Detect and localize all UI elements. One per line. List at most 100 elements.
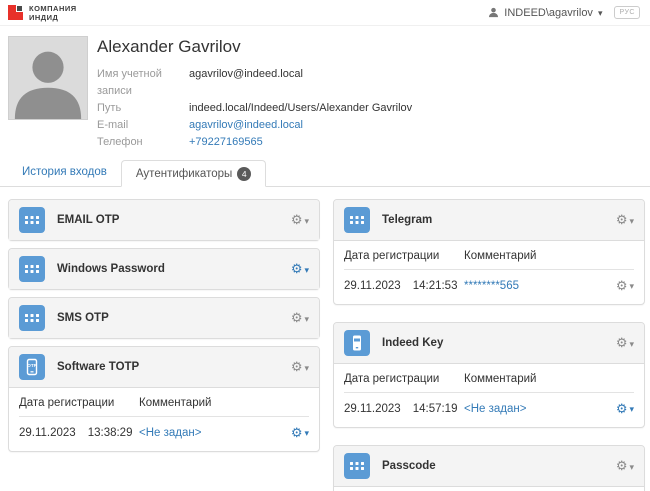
gear-icon: [291, 260, 303, 278]
tab-login-history[interactable]: История входов: [8, 160, 121, 186]
card-body: Дата регистрации Комментарий 29.11.2023 …: [334, 487, 644, 491]
user-menu-label: INDEED\agavrilov: [504, 6, 593, 19]
authenticators-panel: EMAIL OTP Windows Password SMS OTP: [0, 187, 650, 491]
row-date: 29.11.2023: [19, 427, 76, 439]
gear-icon: [291, 309, 303, 327]
table-header-comment: Комментарий: [464, 373, 537, 385]
table-header-date: Дата регистрации: [19, 397, 115, 409]
row-comment-link[interactable]: ********565: [464, 280, 519, 292]
card-menu-button[interactable]: [616, 334, 634, 352]
gear-icon: [291, 358, 303, 376]
row-comment-link[interactable]: <Не задан>: [139, 427, 201, 439]
table-header-date: Дата регистрации: [344, 250, 440, 262]
card-title: Windows Password: [57, 263, 165, 275]
keypad-icon: [344, 207, 370, 233]
card-menu-button[interactable]: [616, 211, 634, 229]
card-title: Software TOTP: [57, 361, 140, 373]
card-menu-button[interactable]: [291, 358, 309, 376]
card-sms-otp: SMS OTP: [8, 297, 320, 339]
tab-authenticators-label: Аутентификаторы: [135, 168, 233, 180]
card-telegram: Telegram Дата регистрации Комментарий 29…: [333, 199, 645, 305]
field-value: indeed.local/Indeed/Users/Alexander Gavr…: [189, 102, 413, 114]
row-menu-button[interactable]: [616, 279, 634, 293]
top-bar: КОМПАНИЯ ИНДИД INDEED\agavrilov РУС: [0, 0, 650, 26]
card-menu-button[interactable]: [291, 309, 309, 327]
profile-info: Alexander Gavrilov Имя учетной записи ag…: [97, 36, 412, 151]
row-time: 14:57:19: [412, 403, 458, 415]
phone-link[interactable]: +79227169565: [189, 134, 263, 151]
phone-token-icon: [344, 330, 370, 356]
card-menu-button[interactable]: [291, 211, 309, 229]
company-logo-icon: [8, 5, 23, 20]
card-email-otp: EMAIL OTP: [8, 199, 320, 241]
language-badge[interactable]: РУС: [614, 6, 640, 19]
phone-otp-icon: OTP: [19, 354, 45, 380]
field-label: Телефон: [97, 136, 143, 148]
profile-section: Alexander Gavrilov Имя учетной записи ag…: [0, 26, 650, 155]
profile-field-path: Путь indeed.local/Indeed/Users/Alexander…: [97, 100, 412, 117]
card-windows-password: Windows Password: [8, 248, 320, 290]
logo-line2: ИНДИД: [29, 12, 59, 22]
caret-down-icon: [304, 427, 309, 439]
caret-down-icon: [629, 334, 634, 352]
caret-down-icon: [304, 260, 309, 278]
card-header: EMAIL OTP: [9, 200, 319, 240]
keypad-icon: [19, 256, 45, 282]
user-area: INDEED\agavrilov РУС: [488, 6, 640, 19]
row-comment-link[interactable]: <Не задан>: [464, 403, 526, 415]
field-value: agavrilov@indeed.local: [189, 68, 303, 80]
user-icon: [489, 7, 499, 18]
caret-down-icon: [304, 358, 309, 376]
keypad-icon: [344, 453, 370, 479]
table-header-comment: Комментарий: [464, 250, 537, 262]
row-date: 29.11.2023: [344, 403, 401, 415]
card-passcode: Passcode Дата регистрации Комментарий 29…: [333, 445, 645, 491]
table-header-row: Дата регистрации Комментарий: [19, 388, 309, 417]
caret-down-icon: [629, 457, 634, 475]
row-time: 14:21:53: [412, 280, 458, 292]
gear-icon: [616, 279, 628, 293]
gear-icon: [616, 402, 628, 416]
row-time: 13:38:29: [87, 427, 133, 439]
caret-down-icon: [629, 403, 634, 415]
row-date: 29.11.2023: [344, 280, 401, 292]
caret-down-icon: [629, 280, 634, 292]
gear-icon: [291, 426, 303, 440]
card-software-totp: OTP Software TOTP Дата регистрации Комме…: [8, 346, 320, 452]
field-label: Путь: [97, 102, 122, 114]
table-header-row: Дата регистрации Комментарий: [344, 364, 634, 393]
tab-authenticators[interactable]: Аутентификаторы 4: [120, 160, 267, 187]
caret-down-icon: [629, 211, 634, 229]
table-header-date: Дата регистрации: [344, 373, 440, 385]
table-header-row: Дата регистрации Комментарий: [344, 241, 634, 270]
table-header-row: Дата регистрации Комментарий: [344, 487, 634, 491]
company-logo: КОМПАНИЯ ИНДИД: [8, 4, 77, 22]
card-title: Telegram: [382, 214, 433, 226]
card-body: Дата регистрации Комментарий 29.11.2023 …: [334, 364, 644, 427]
profile-field-account: Имя учетной записи agavrilov@indeed.loca…: [97, 66, 412, 100]
card-body: Дата регистрации Комментарий 29.11.2023 …: [334, 241, 644, 304]
row-menu-button[interactable]: [291, 426, 309, 440]
caret-down-icon: [598, 7, 603, 19]
user-menu[interactable]: INDEED\agavrilov: [488, 7, 602, 19]
svg-text:OTP: OTP: [27, 363, 36, 368]
page-title: Alexander Gavrilov: [97, 37, 241, 56]
email-link[interactable]: agavrilov@indeed.local: [189, 117, 303, 134]
card-header: SMS OTP: [9, 298, 319, 338]
table-row: 29.11.2023 14:21:53 ********565: [344, 270, 634, 296]
field-label: E-mail: [97, 119, 129, 131]
card-menu-button[interactable]: [291, 260, 309, 278]
card-menu-button[interactable]: [616, 457, 634, 475]
right-column: Telegram Дата регистрации Комментарий 29…: [333, 199, 645, 491]
avatar: [8, 36, 88, 120]
card-indeed-key: Indeed Key Дата регистрации Комментарий …: [333, 322, 645, 428]
logo-line1: КОМПАНИЯ: [29, 3, 77, 13]
card-title: Indeed Key: [382, 337, 444, 349]
caret-down-icon: [304, 211, 309, 229]
left-column: EMAIL OTP Windows Password SMS OTP: [8, 199, 320, 491]
card-header: Windows Password: [9, 249, 319, 289]
card-title: SMS OTP: [57, 312, 109, 324]
card-header: Passcode: [334, 446, 644, 487]
gear-icon: [616, 334, 628, 352]
row-menu-button[interactable]: [616, 402, 634, 416]
